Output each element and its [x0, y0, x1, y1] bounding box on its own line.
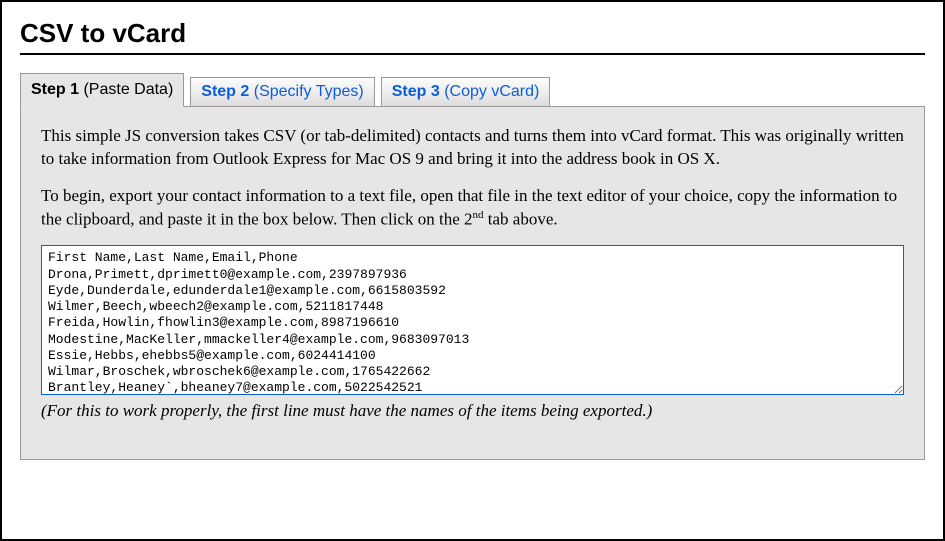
page-title: CSV to vCard: [20, 18, 925, 49]
intro-paragraph-1: This simple JS conversion takes CSV (or …: [41, 125, 904, 171]
hint-text: (For this to work properly, the first li…: [41, 400, 904, 423]
tab-step-3[interactable]: Step 3 (Copy vCard): [381, 77, 551, 107]
intro-paragraph-2: To begin, export your contact informatio…: [41, 185, 904, 232]
csv-input[interactable]: [41, 245, 904, 395]
intro-paragraph-2-suffix: tab above.: [484, 209, 558, 228]
tab-step-1-label: Step 1: [31, 81, 79, 98]
title-divider: [20, 53, 925, 55]
tab-step-2-sub: (Specify Types): [254, 83, 364, 100]
tab-step-2[interactable]: Step 2 (Specify Types): [190, 77, 374, 107]
ordinal-suffix: nd: [473, 209, 484, 221]
intro-paragraph-2-prefix: To begin, export your contact informatio…: [41, 186, 897, 229]
app-window: CSV to vCard Step 1 (Paste Data) Step 2 …: [0, 0, 945, 541]
tab-bar: Step 1 (Paste Data) Step 2 (Specify Type…: [20, 73, 925, 107]
tab-step-3-sub: (Copy vCard): [444, 83, 539, 100]
tab-step-1[interactable]: Step 1 (Paste Data): [20, 73, 184, 107]
tab-panel-step-1: This simple JS conversion takes CSV (or …: [20, 106, 925, 460]
tab-step-3-label: Step 3: [392, 83, 440, 100]
tab-step-1-sub: (Paste Data): [83, 81, 173, 98]
tab-step-2-label: Step 2: [201, 83, 249, 100]
